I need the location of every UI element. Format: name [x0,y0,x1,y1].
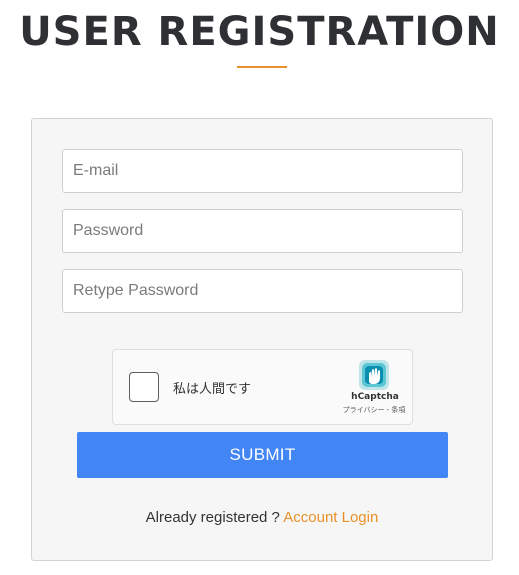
retype-password-field[interactable] [62,269,463,313]
title-underline [237,66,287,68]
registration-form: 私は人間です hCaptcha プライバシー - 条項 SUBMIT Alrea… [31,118,493,561]
captcha-widget: 私は人間です hCaptcha プライバシー - 条項 [112,349,413,425]
submit-button[interactable]: SUBMIT [77,432,448,478]
login-prompt-text: Already registered ? [145,509,280,526]
email-field[interactable] [62,149,463,193]
login-prompt: Already registered ? Account Login [32,509,492,526]
account-login-link[interactable]: Account Login [283,509,378,526]
hcaptcha-logo-icon [359,360,389,390]
captcha-privacy-terms-links[interactable]: プライバシー - 条項 [339,405,409,415]
captcha-brand: hCaptcha [351,392,399,402]
captcha-checkbox[interactable] [129,372,159,402]
captcha-label: 私は人間です [173,382,252,397]
password-field[interactable] [62,209,463,253]
page-title: USER REGISTRATION [19,9,500,55]
